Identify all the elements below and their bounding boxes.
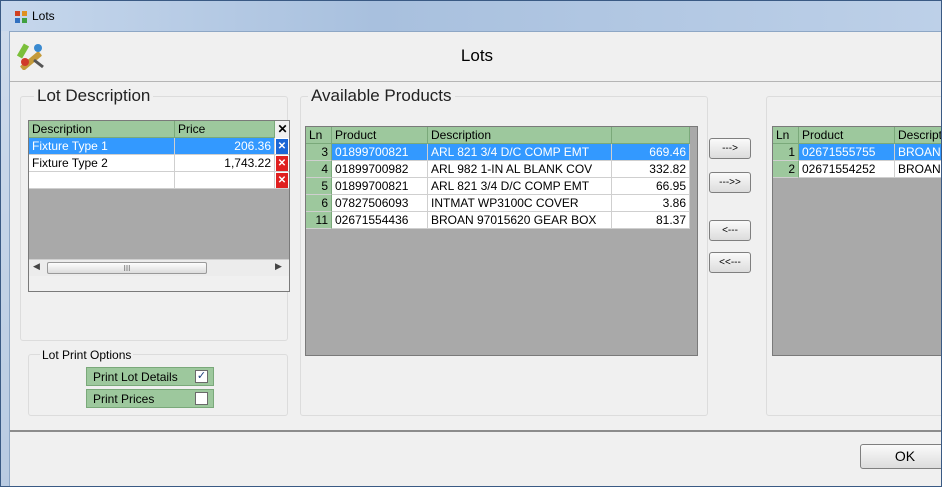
cell-ln[interactable]: 4 bbox=[306, 161, 332, 178]
print-lot-details-option[interactable]: Print Lot Details ✓ bbox=[86, 367, 214, 386]
print-prices-label: Print Prices bbox=[93, 392, 155, 406]
column-header-product[interactable]: Product bbox=[332, 127, 428, 144]
table-row[interactable]: 4 01899700982 ARL 982 1-IN AL BLANK COV 332… bbox=[306, 161, 697, 178]
print-prices-option[interactable]: Print Prices bbox=[86, 389, 214, 408]
move-one-left-button[interactable]: <--- bbox=[709, 220, 751, 241]
app-icon bbox=[15, 11, 27, 23]
cell-product[interactable]: 02671554436 bbox=[332, 212, 428, 229]
table-row[interactable]: 2 02671554252 BROAN bbox=[773, 161, 941, 178]
cell-product[interactable]: 02671554252 bbox=[799, 161, 895, 178]
cell-description[interactable] bbox=[29, 172, 175, 189]
cell-product[interactable]: 07827506093 bbox=[332, 195, 428, 212]
cell-value[interactable]: 3.86 bbox=[612, 195, 690, 212]
column-header-description[interactable]: Description bbox=[895, 127, 941, 144]
cell-description[interactable]: ARL 821 3/4 D/C COMP EMT bbox=[428, 144, 612, 161]
ok-button[interactable]: OK bbox=[860, 444, 941, 469]
cell-price[interactable] bbox=[175, 172, 275, 189]
cell-ln[interactable]: 6 bbox=[306, 195, 332, 212]
cell-value[interactable]: 66.95 bbox=[612, 178, 690, 195]
table-header: Ln Product Description bbox=[773, 127, 941, 144]
cell-value[interactable]: 332.82 bbox=[612, 161, 690, 178]
header-band: Lots bbox=[10, 32, 941, 82]
delete-icon[interactable]: ✕ bbox=[276, 173, 288, 188]
cell-description[interactable]: ARL 982 1-IN AL BLANK COV bbox=[428, 161, 612, 178]
lot-print-options-title: Lot Print Options bbox=[40, 348, 134, 362]
table-row[interactable]: Fixture Type 1 206.36 ✕ bbox=[29, 138, 289, 155]
cell-product[interactable]: 02671555755 bbox=[799, 144, 895, 161]
grid-bottom-area bbox=[29, 276, 289, 291]
print-prices-checkbox[interactable] bbox=[195, 392, 208, 405]
move-all-left-button[interactable]: <<--- bbox=[709, 252, 751, 273]
lot-description-title: Lot Description bbox=[34, 86, 154, 106]
row-delete-cell: ✕ bbox=[275, 138, 289, 155]
cell-description[interactable]: INTMAT WP3100C COVER bbox=[428, 195, 612, 212]
window-title: Lots bbox=[32, 9, 55, 23]
table-row[interactable]: 11 02671554436 BROAN 97015620 GEAR BOX 81.3… bbox=[306, 212, 697, 229]
cell-ln[interactable]: 2 bbox=[773, 161, 799, 178]
table-row[interactable]: 6 07827506093 INTMAT WP3100C COVER 3.86 bbox=[306, 195, 697, 212]
cell-product[interactable]: 01899700821 bbox=[332, 144, 428, 161]
cell-ln[interactable]: 11 bbox=[306, 212, 332, 229]
client-area: Lots Lot Description Description Price ✕… bbox=[9, 31, 941, 486]
scrollbar-thumb[interactable]: III bbox=[47, 262, 207, 274]
scroll-right-icon[interactable]: ▶ bbox=[275, 261, 282, 272]
table-row[interactable]: 5 01899700821 ARL 821 3/4 D/C COMP EMT 66.9… bbox=[306, 178, 697, 195]
print-lot-details-label: Print Lot Details bbox=[93, 370, 178, 384]
cell-ln[interactable]: 5 bbox=[306, 178, 332, 195]
available-products-title: Available Products bbox=[308, 86, 455, 106]
column-header-ln[interactable]: Ln bbox=[306, 127, 332, 144]
horizontal-scrollbar[interactable]: ◀ III ▶ bbox=[29, 259, 289, 276]
cell-product[interactable]: 01899700982 bbox=[332, 161, 428, 178]
title-bar[interactable]: Lots bbox=[1, 1, 941, 31]
column-header-product[interactable]: Product bbox=[799, 127, 895, 144]
move-one-right-button[interactable]: ---> bbox=[709, 138, 751, 159]
delete-icon[interactable]: ✕ bbox=[276, 139, 288, 154]
cell-description[interactable]: Fixture Type 1 bbox=[29, 138, 175, 155]
table-header: Description Price ✕ bbox=[29, 121, 289, 138]
column-header-ln[interactable]: Ln bbox=[773, 127, 799, 144]
cell-product[interactable]: 01899700821 bbox=[332, 178, 428, 195]
scroll-grip: III bbox=[123, 264, 131, 273]
lot-products-grid[interactable]: Ln Product Description 102671555755BROAN… bbox=[772, 126, 941, 356]
cell-price[interactable]: 206.36 bbox=[175, 138, 275, 155]
lot-description-grid[interactable]: Description Price ✕ Fixture Type 1 206.3… bbox=[28, 120, 290, 292]
move-all-right-button[interactable]: --->> bbox=[709, 172, 751, 193]
print-lot-details-checkbox[interactable]: ✓ bbox=[195, 370, 208, 383]
delete-column-icon: ✕ bbox=[275, 121, 289, 138]
main-area: Lot Description Description Price ✕ Fixt… bbox=[10, 86, 941, 426]
row-delete-cell: ✕ bbox=[275, 155, 289, 172]
delete-icon[interactable]: ✕ bbox=[276, 156, 288, 171]
cell-description[interactable]: ARL 821 3/4 D/C COMP EMT bbox=[428, 178, 612, 195]
column-header-value[interactable] bbox=[612, 127, 690, 144]
cell-description[interactable]: BROAN bbox=[895, 144, 941, 161]
page-title: Lots bbox=[460, 46, 494, 65]
column-header-price[interactable]: Price bbox=[175, 121, 275, 138]
table-row[interactable]: Fixture Type 2 1,743.22 ✕ bbox=[29, 155, 289, 172]
cell-value[interactable]: 81.37 bbox=[612, 212, 690, 229]
table-header: Ln Product Description bbox=[306, 127, 697, 144]
scroll-left-icon[interactable]: ◀ bbox=[33, 261, 40, 272]
lots-window: Lots Lots Lot Description Description Pr… bbox=[0, 0, 942, 487]
cell-ln[interactable]: 3 bbox=[306, 144, 332, 161]
row-delete-cell: ✕ bbox=[275, 172, 289, 189]
footer-bar: OK bbox=[10, 430, 941, 486]
cell-description[interactable]: BROAN bbox=[895, 161, 941, 178]
table-row[interactable]: ✕ bbox=[29, 172, 289, 189]
available-products-grid[interactable]: Ln Product Description 3 01899700821 ARL 8… bbox=[305, 126, 698, 356]
table-row[interactable]: 3 01899700821 ARL 821 3/4 D/C COMP EMT 669.… bbox=[306, 144, 697, 161]
cell-value[interactable]: 669.46 bbox=[612, 144, 690, 161]
column-header-description[interactable]: Description bbox=[428, 127, 612, 144]
cell-ln[interactable]: 1 bbox=[773, 144, 799, 161]
table-row[interactable]: 1 02671555755 BROAN bbox=[773, 144, 941, 161]
column-header-description[interactable]: Description bbox=[29, 121, 175, 138]
cell-price[interactable]: 1,743.22 bbox=[175, 155, 275, 172]
cell-description[interactable]: BROAN 97015620 GEAR BOX bbox=[428, 212, 612, 229]
cell-description[interactable]: Fixture Type 2 bbox=[29, 155, 175, 172]
